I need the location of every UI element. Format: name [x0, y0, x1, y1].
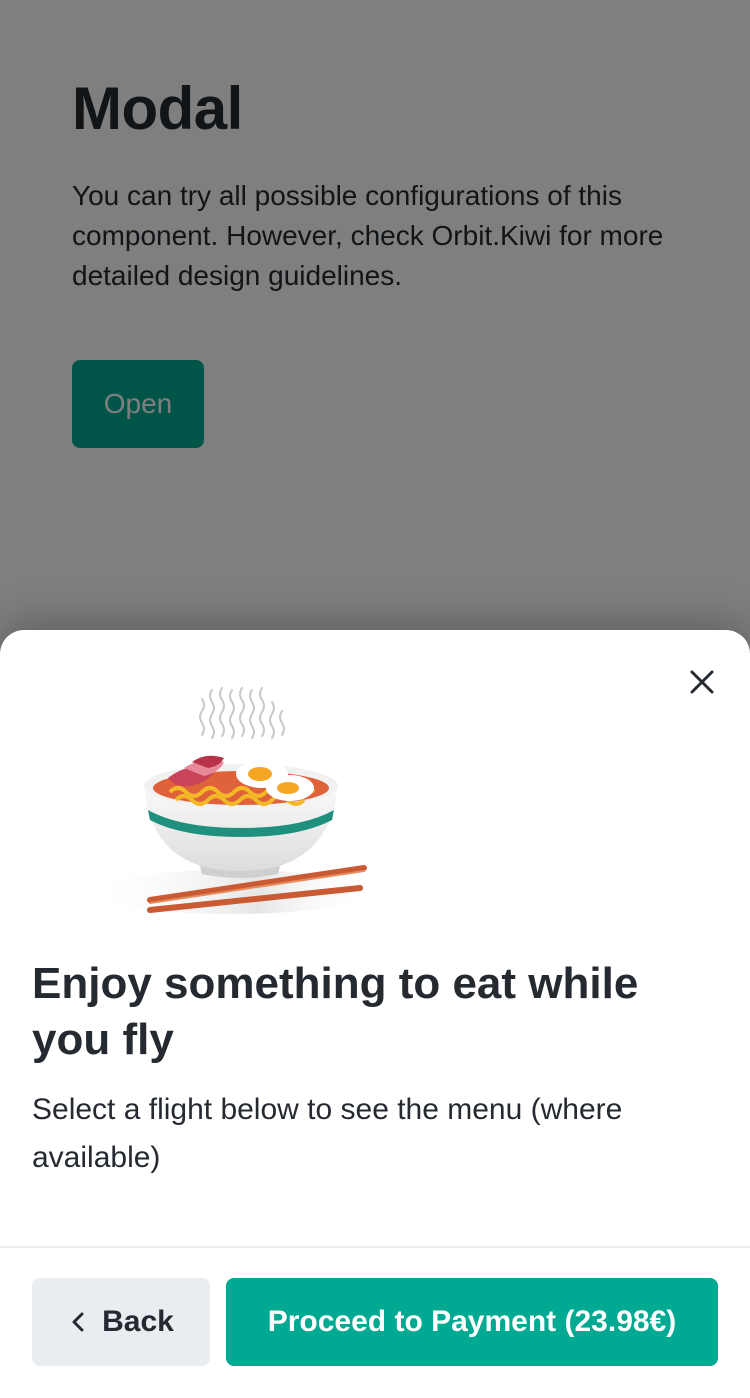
- proceed-label: Proceed to Payment (23.98€): [267, 1305, 677, 1338]
- noodle-bowl-illustration: [90, 687, 370, 914]
- chevron-left-icon: [72, 1312, 84, 1332]
- close-icon: [690, 670, 714, 694]
- close-button[interactable]: [682, 662, 722, 702]
- footer-divider: [0, 1246, 750, 1248]
- proceed-to-payment-button[interactable]: Proceed to Payment (23.98€): [226, 1278, 718, 1366]
- modal-description: Select a flight below to see the menu (w…: [32, 1093, 623, 1174]
- back-button[interactable]: Back: [32, 1278, 210, 1366]
- modal-sheet: Enjoy something to eat while you fly Sel…: [0, 630, 750, 1398]
- modal-title: Enjoy something to eat while you fly: [32, 959, 639, 1064]
- back-label: Back: [102, 1305, 174, 1338]
